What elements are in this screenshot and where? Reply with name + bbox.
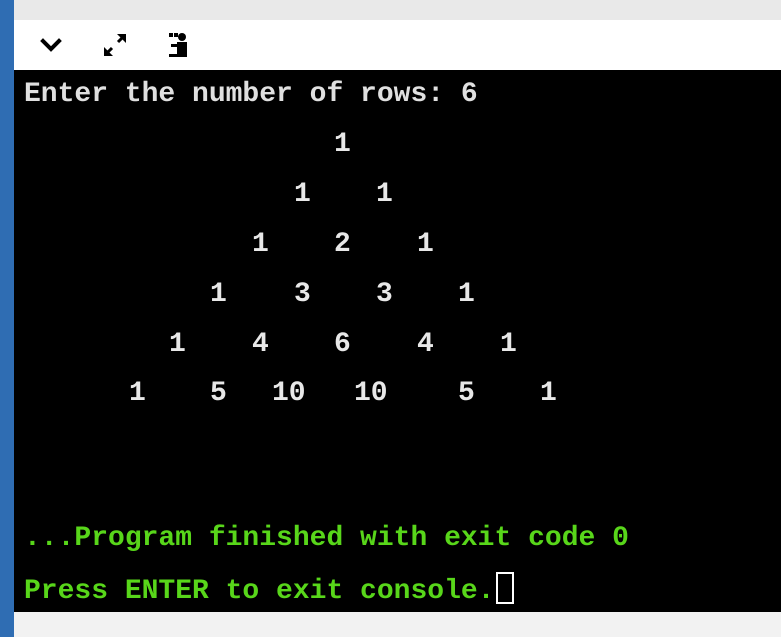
triangle-value: 1 (376, 179, 393, 210)
app-frame: Enter the number of rows: 6 1 1 1 1 2 1 … (0, 0, 781, 637)
input-prompt-line: Enter the number of rows: 6 (24, 79, 478, 110)
collapse-button[interactable] (34, 28, 68, 62)
triangle-value: 6 (334, 329, 351, 360)
triangle-value: 10 (272, 378, 306, 409)
triangle-value: 1 (334, 129, 351, 160)
triangle-value: 1 (294, 179, 311, 210)
triangle-value: 1 (252, 229, 269, 260)
exit-console-text: Press ENTER to exit console. (24, 576, 495, 607)
chevron-down-icon (40, 38, 62, 52)
triangle-value: 4 (417, 329, 434, 360)
person-icon (169, 33, 187, 57)
stop-button[interactable] (162, 28, 196, 62)
triangle-value: 1 (458, 279, 475, 310)
bottom-strip (14, 612, 781, 637)
left-accent-bar (0, 0, 14, 637)
triangle-value: 3 (376, 279, 393, 310)
console-output[interactable]: Enter the number of rows: 6 1 1 1 1 2 1 … (14, 70, 781, 612)
triangle-value: 1 (417, 229, 434, 260)
top-strip (14, 0, 781, 21)
triangle-value: 10 (354, 378, 388, 409)
triangle-value: 1 (210, 279, 227, 310)
triangle-value: 5 (458, 378, 475, 409)
exit-code-message: ...Program finished with exit code 0 (24, 523, 629, 554)
triangle-value: 1 (540, 378, 557, 409)
expand-icon (104, 34, 126, 56)
exit-console-prompt: Press ENTER to exit console. (24, 572, 515, 609)
triangle-value: 2 (334, 229, 351, 260)
triangle-value: 4 (252, 329, 269, 360)
triangle-value: 1 (500, 329, 517, 360)
triangle-value: 1 (169, 329, 186, 360)
console-toolbar (14, 20, 781, 70)
triangle-value: 1 (129, 378, 146, 409)
expand-button[interactable] (98, 28, 132, 62)
text-cursor (496, 572, 515, 604)
triangle-value: 5 (210, 378, 227, 409)
triangle-value: 3 (294, 279, 311, 310)
